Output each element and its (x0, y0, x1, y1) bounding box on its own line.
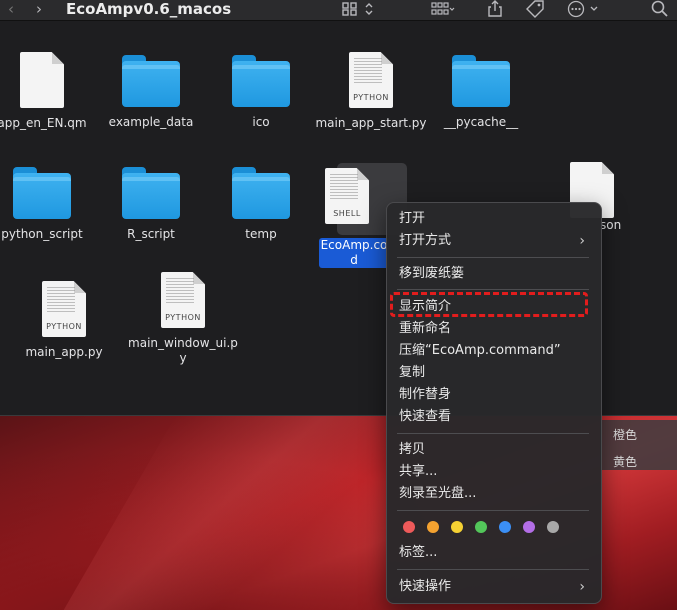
file-item-selected[interactable]: SHELL (312, 168, 382, 232)
python-file-icon: PYTHON (42, 281, 86, 337)
folder-icon (122, 167, 180, 219)
tag-color-yellow[interactable] (451, 521, 463, 533)
file-item[interactable]: PYTHON main_app.py (4, 281, 124, 360)
menu-item-rename[interactable]: 重新命名 (399, 320, 589, 338)
back-icon[interactable]: ‹ (8, 0, 14, 18)
file-name: main_app.py (25, 345, 103, 359)
file-name: main_app_start.py (315, 116, 427, 130)
selected-file-name: EcoAmp.co d (319, 238, 389, 268)
menu-item-quick-look[interactable]: 快速查看 (399, 408, 589, 426)
file-item[interactable]: PYTHON main_window_ui.py (123, 272, 243, 366)
tag-orange-label[interactable]: 橙色 (613, 426, 637, 443)
menu-item-make-alias[interactable]: 制作替身 (399, 386, 589, 404)
tag-icon[interactable] (525, 0, 545, 18)
python-file-icon: PYTHON (161, 272, 205, 328)
file-item[interactable]: python_script (0, 167, 102, 242)
file-name: app_en_EN.qm (0, 116, 87, 130)
python-file-icon: PYTHON (349, 52, 393, 108)
file-name: example_data (108, 115, 194, 129)
menu-separator (397, 510, 589, 511)
file-item[interactable]: example_data (91, 55, 211, 130)
tag-color-blue[interactable] (499, 521, 511, 533)
menu-separator (397, 569, 589, 570)
tag-color-red[interactable] (403, 521, 415, 533)
menu-item-share[interactable]: 共享... (399, 463, 589, 481)
folder-icon (122, 55, 180, 107)
file-name: __pycache__ (443, 115, 519, 129)
file-item[interactable]: PYTHON main_app_start.py (311, 52, 431, 131)
menu-item-quick-actions[interactable]: 快速操作 › (399, 578, 589, 596)
grid-view-icon[interactable] (342, 2, 358, 16)
chevron-right-icon: › (579, 233, 585, 249)
chevron-right-icon: › (579, 579, 585, 595)
file-item[interactable]: __pycache__ (421, 55, 541, 130)
folder-icon (232, 167, 290, 219)
file-name: main_window_ui.py (128, 336, 238, 365)
annotation-highlight-box (390, 292, 588, 317)
file-item[interactable]: temp (201, 167, 321, 242)
menu-item-open[interactable]: 打开 (399, 210, 589, 228)
menu-separator (397, 257, 589, 258)
tag-color-purple[interactable] (523, 521, 535, 533)
file-name: python_script (1, 227, 83, 241)
window-title: EcoAmpv0.6_macos (66, 0, 232, 18)
menu-item-compress[interactable]: 压缩“EcoAmp.command” (399, 342, 589, 360)
menu-item-duplicate[interactable]: 复制 (399, 364, 589, 382)
share-icon[interactable] (487, 0, 503, 17)
search-icon[interactable] (651, 0, 669, 18)
menu-separator (397, 433, 589, 434)
menu-item-tags[interactable]: 标签... (399, 544, 589, 562)
sort-arrows-icon[interactable] (364, 2, 374, 16)
file-item[interactable]: R_script (91, 167, 211, 242)
folder-icon (232, 55, 290, 107)
file-item[interactable]: ico (201, 55, 321, 130)
group-view-icon[interactable] (431, 2, 455, 16)
file-name: temp (245, 227, 277, 241)
document-icon (20, 52, 64, 108)
menu-item-open-with[interactable]: 打开方式 › (399, 232, 589, 250)
file-name: ico (252, 115, 270, 129)
menu-separator (397, 289, 589, 290)
shell-script-icon: SHELL (325, 168, 369, 224)
tag-color-orange[interactable] (427, 521, 439, 533)
wallpaper-streak (63, 415, 437, 610)
more-actions-icon[interactable] (567, 0, 601, 18)
menu-item-copy[interactable]: 拷贝 (399, 441, 589, 459)
folder-icon (452, 55, 510, 107)
folder-icon (13, 167, 71, 219)
menu-item-burn-to-disc[interactable]: 刻录至光盘... (399, 485, 589, 503)
file-item[interactable]: app_en_EN.qm (0, 52, 102, 131)
tag-yellow-label[interactable]: 黄色 (613, 453, 637, 470)
tag-sidebar-fragment (600, 420, 677, 470)
menu-item-move-to-trash[interactable]: 移到废纸篓 (399, 265, 589, 283)
forward-icon[interactable]: › (36, 0, 42, 18)
tag-color-gray[interactable] (547, 521, 559, 533)
tag-color-green[interactable] (475, 521, 487, 533)
file-name: R_script (127, 227, 175, 241)
